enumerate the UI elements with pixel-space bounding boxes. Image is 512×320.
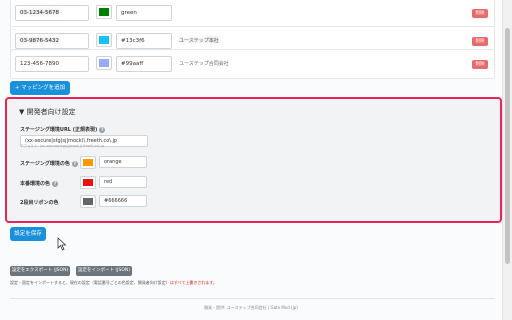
import-note: 設定・固定をインポートすると、現在の設定（電話番号ごとの色設定、開発者向け設定）…	[10, 280, 217, 285]
footer: 開発・提供: ユーステップ合同会社 | Gate Mod (jp)	[204, 305, 298, 310]
scrollbar[interactable]	[502, 0, 512, 320]
staging-color-label: ステージング環境の色?	[20, 160, 78, 167]
mapping-row: 03-1234-5678 green 削除	[10, 0, 495, 28]
mapping-row: 123-456-7890 #99aaff ユーステップ合同会社 削除	[10, 49, 495, 79]
developer-settings-toggle[interactable]: ▼ 開発者向け設定	[19, 107, 76, 117]
color-swatch	[83, 198, 93, 205]
color-swatch	[99, 59, 109, 67]
production-color-picker[interactable]	[80, 176, 96, 189]
delete-button[interactable]: 削除	[472, 37, 488, 46]
color-swatch	[83, 179, 93, 186]
help-icon[interactable]: ?	[71, 160, 78, 167]
staging-color-input[interactable]: orange	[99, 156, 147, 168]
phone-input[interactable]: 03-1234-5678	[15, 5, 89, 21]
color-picker[interactable]	[96, 56, 112, 70]
help-icon[interactable]: ?	[52, 180, 59, 187]
ribbon-color-label: 2段目リボンの色	[20, 200, 59, 206]
staging-url-label: ステージング環境URL (正規表現)?	[20, 126, 106, 133]
color-text-input[interactable]: #99aaff	[116, 56, 172, 72]
import-json-button[interactable]: 設定をインポート (JSON)	[76, 266, 132, 276]
ribbon-color-input[interactable]: #666666	[99, 195, 147, 207]
staging-color-picker[interactable]	[80, 156, 96, 169]
phone-input[interactable]: 123-456-7890	[15, 56, 89, 72]
mouse-cursor-icon	[57, 237, 67, 251]
divider	[10, 298, 495, 299]
delete-button[interactable]: 削除	[472, 60, 488, 69]
mapping-label: ユーステップ合同会社	[179, 61, 229, 67]
staging-url-hint: デフォルト: (xx-secure|stg|sj|mock)\.freeth.c…	[20, 144, 105, 148]
color-picker[interactable]	[96, 5, 112, 19]
ribbon-color-picker[interactable]	[80, 195, 96, 208]
add-mapping-button[interactable]: + マッピングを追加	[10, 81, 70, 95]
scrollbar-thumb[interactable]	[505, 28, 510, 264]
phone-input[interactable]: 03-9876-5432	[15, 33, 89, 49]
export-json-button[interactable]: 設定をエクスポート (JSON)	[10, 266, 70, 276]
developer-settings-panel: ▼ 開発者向け設定 ステージング環境URL (正規表現)? (xx-secure…	[5, 97, 502, 223]
import-warning: はすべて上書きされます。	[169, 280, 217, 285]
color-swatch	[99, 36, 109, 44]
color-picker[interactable]	[96, 33, 112, 47]
production-color-input[interactable]: red	[99, 176, 147, 188]
options-page: 03-1234-5678 green 削除 03-9876-5432 #13c3…	[0, 0, 502, 320]
mapping-label: ユーステップ本社	[179, 38, 219, 44]
help-icon[interactable]: ?	[99, 126, 106, 133]
save-settings-button[interactable]: 設定を保存	[10, 227, 46, 241]
color-swatch	[99, 8, 109, 16]
color-swatch	[83, 159, 93, 166]
color-text-input[interactable]: #13c3f6	[116, 33, 172, 49]
color-text-input[interactable]: green	[116, 5, 172, 21]
production-color-label: 本番環境の色?	[20, 180, 59, 187]
delete-button[interactable]: 削除	[472, 9, 488, 18]
